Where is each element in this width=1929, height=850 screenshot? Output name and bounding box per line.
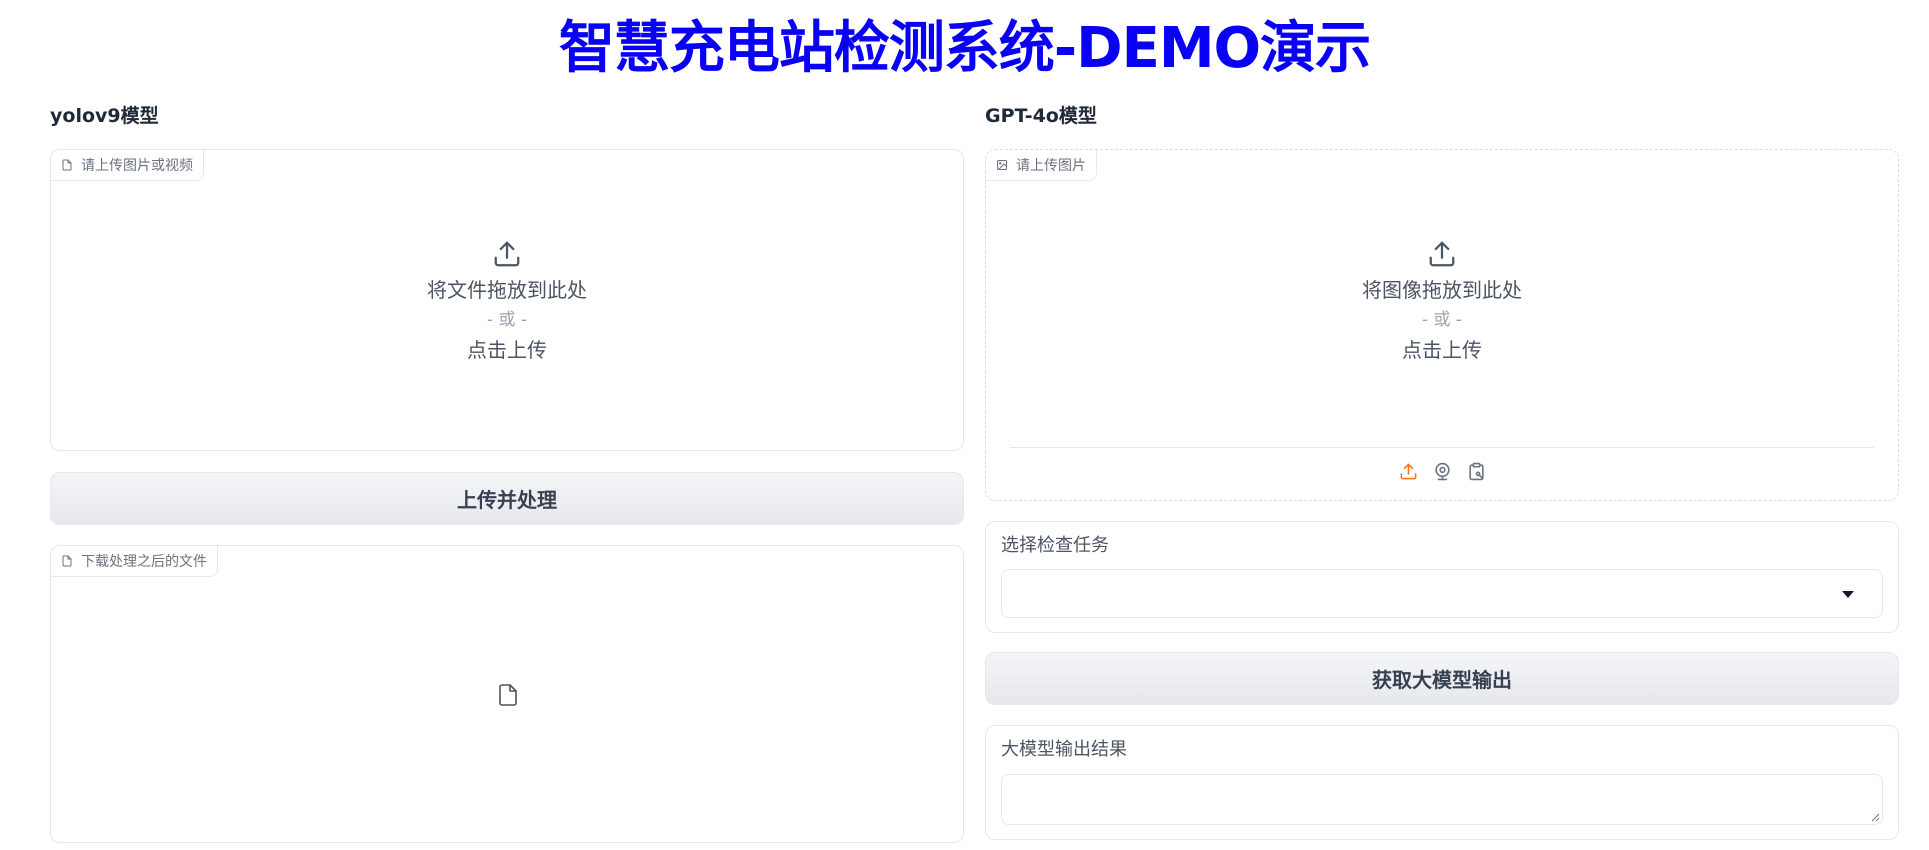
llm-output-label: 大模型输出结果 bbox=[1001, 739, 1127, 760]
resize-handle-icon[interactable] bbox=[1870, 812, 1880, 822]
download-tag-label: 下载处理之后的文件 bbox=[81, 554, 207, 570]
or-separator: - 或 - bbox=[1421, 310, 1463, 330]
file-upload-tag-label: 请上传图片或视频 bbox=[81, 158, 193, 174]
task-select-block: 选择检查任务 bbox=[985, 521, 1899, 633]
empty-file-icon bbox=[499, 684, 517, 706]
webcam-icon bbox=[1434, 462, 1450, 481]
file-upload-tag: 请上传图片或视频 bbox=[51, 150, 204, 181]
upload-icon bbox=[1429, 241, 1455, 267]
click-to-upload[interactable]: 点击上传 bbox=[1402, 335, 1482, 365]
image-icon bbox=[997, 160, 1007, 170]
webcam-source-button[interactable] bbox=[1432, 462, 1452, 482]
drop-instruction: 将图像拖放到此处 bbox=[1362, 278, 1522, 302]
llm-output-block: 大模型输出结果 bbox=[985, 725, 1899, 840]
chevron-down-icon bbox=[1842, 591, 1854, 598]
task-select-dropdown[interactable] bbox=[1001, 569, 1883, 618]
gpt4o-model-label: GPT-4o模型 bbox=[985, 105, 1097, 127]
drop-instruction: 将文件拖放到此处 bbox=[427, 278, 587, 302]
get-llm-output-button[interactable]: 获取大模型输出 bbox=[985, 652, 1899, 705]
or-separator: - 或 - bbox=[486, 310, 528, 330]
file-icon bbox=[62, 555, 72, 567]
upload-icon bbox=[1400, 463, 1416, 480]
clipboard-icon bbox=[1468, 462, 1484, 481]
image-upload-tag: 请上传图片 bbox=[986, 150, 1097, 181]
image-upload-tag-label: 请上传图片 bbox=[1016, 158, 1086, 174]
upload-icon bbox=[494, 241, 520, 267]
yolov9-model-label: yolov9模型 bbox=[50, 105, 159, 127]
page-title: 智慧充电站检测系统-DEMO演示 bbox=[558, 16, 1371, 81]
clipboard-source-button[interactable] bbox=[1466, 462, 1486, 482]
image-upload-area[interactable]: 请上传图片 将图像拖放到此处 - 或 - 点击上传 bbox=[985, 149, 1899, 501]
file-drop-zone[interactable]: 将文件拖放到此处 - 或 - 点击上传 bbox=[51, 239, 963, 365]
upload-and-process-button[interactable]: 上传并处理 bbox=[50, 472, 964, 525]
file-icon bbox=[62, 159, 72, 171]
image-source-bar bbox=[1010, 447, 1874, 495]
file-upload-area[interactable]: 请上传图片或视频 将文件拖放到此处 - 或 - 点击上传 bbox=[50, 149, 964, 451]
image-drop-zone[interactable]: 将图像拖放到此处 - 或 - 点击上传 bbox=[986, 239, 1898, 365]
llm-output-textarea[interactable] bbox=[1001, 774, 1883, 825]
download-file-area: 下载处理之后的文件 bbox=[50, 545, 964, 843]
upload-source-button[interactable] bbox=[1398, 462, 1418, 482]
click-to-upload[interactable]: 点击上传 bbox=[467, 335, 547, 365]
task-select-label: 选择检查任务 bbox=[1001, 535, 1109, 556]
download-tag: 下载处理之后的文件 bbox=[51, 546, 218, 577]
